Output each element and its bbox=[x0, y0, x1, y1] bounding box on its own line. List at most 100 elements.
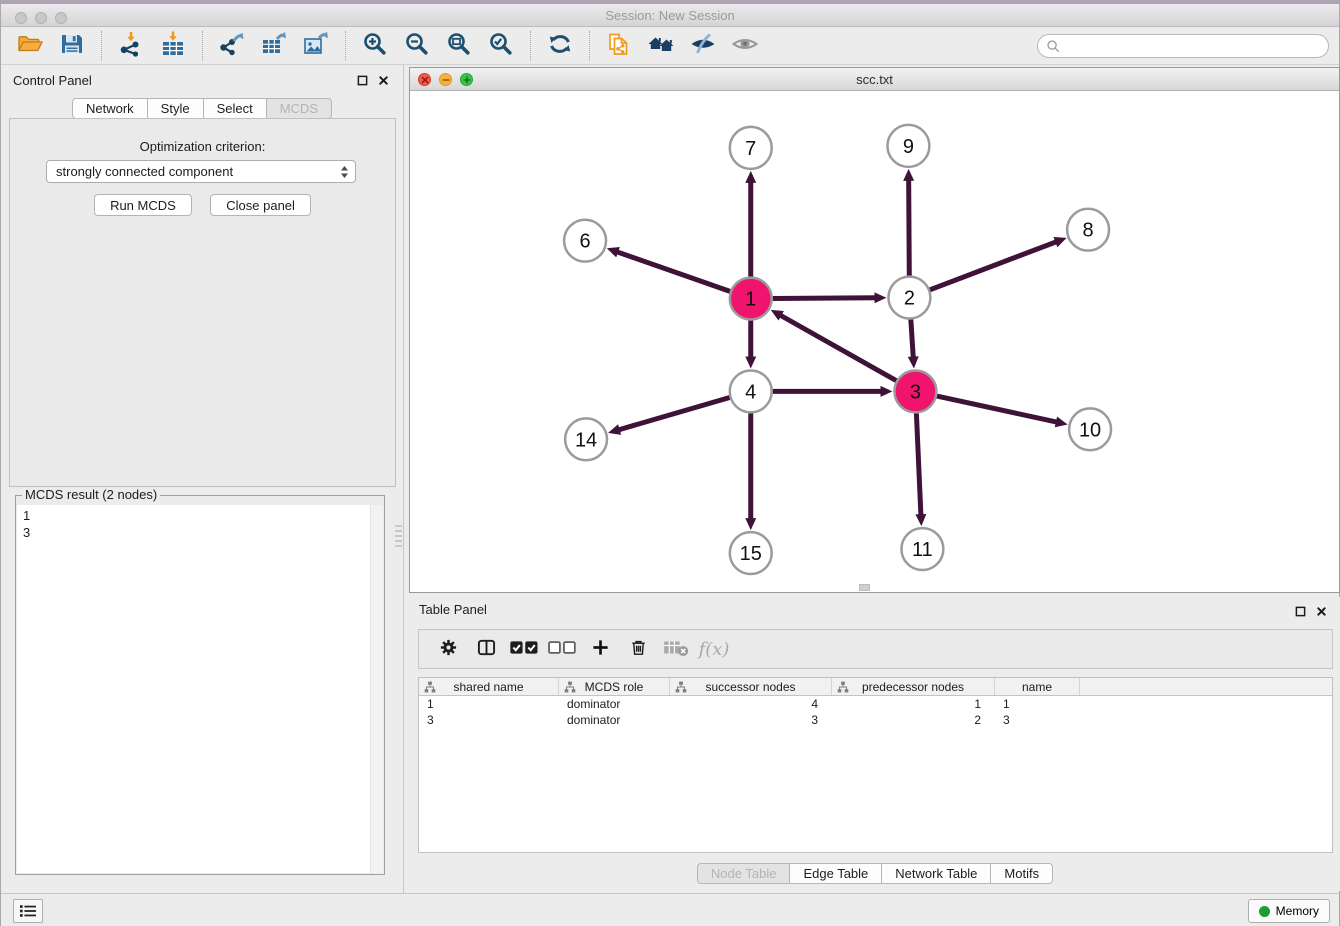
import-table-button[interactable] bbox=[159, 32, 187, 60]
mcds-panel-body: Optimization criterion: strongly connect… bbox=[9, 118, 396, 487]
apply-layout-button[interactable] bbox=[546, 32, 574, 60]
export-table-button[interactable] bbox=[260, 32, 288, 60]
table-close-panel-icon[interactable] bbox=[1314, 604, 1328, 618]
graph-edge-arrow bbox=[607, 247, 620, 257]
import-network-button[interactable] bbox=[117, 32, 145, 60]
search-box[interactable] bbox=[1037, 34, 1329, 58]
duplicate-network-button[interactable] bbox=[605, 32, 633, 60]
task-history-button[interactable] bbox=[13, 899, 43, 923]
app-titlebar: Session: New Session bbox=[1, 4, 1339, 27]
column-label: shared name bbox=[453, 680, 523, 694]
show-all-button[interactable] bbox=[731, 32, 759, 60]
delete-columns-button[interactable] bbox=[623, 634, 653, 664]
cell-predecessor-nodes[interactable]: 1 bbox=[832, 696, 995, 712]
cell-successor-nodes[interactable]: 4 bbox=[670, 696, 832, 712]
close-panel-button[interactable]: Close panel bbox=[210, 194, 311, 216]
run-mcds-button[interactable]: Run MCDS bbox=[94, 194, 192, 216]
zoom-in-icon bbox=[362, 31, 388, 60]
cell-MCDS-role[interactable]: dominator bbox=[559, 696, 670, 712]
table-panel-title: Table Panel bbox=[419, 602, 487, 617]
column-header-filler bbox=[1080, 678, 1332, 695]
graph-edge-arrow bbox=[608, 424, 621, 435]
cell-name[interactable]: 3 bbox=[995, 712, 1080, 728]
column-header-successor-nodes[interactable]: successor nodes bbox=[670, 678, 832, 695]
splitter-grip[interactable] bbox=[395, 525, 402, 547]
tab-edge-table[interactable]: Edge Table bbox=[789, 863, 882, 884]
graph-edge-1-6[interactable] bbox=[616, 252, 730, 292]
tab-network-table[interactable]: Network Table bbox=[881, 863, 991, 884]
save-icon bbox=[59, 31, 85, 60]
graph-edge-arrow bbox=[1053, 237, 1066, 247]
tab-motifs[interactable]: Motifs bbox=[990, 863, 1053, 884]
zoom-selected-button[interactable] bbox=[487, 32, 515, 60]
mcds-result-text[interactable]: 13 bbox=[17, 505, 383, 873]
graph-edge-3-1[interactable] bbox=[779, 315, 896, 381]
tab-mcds[interactable]: MCDS bbox=[266, 98, 332, 119]
app-title: Session: New Session bbox=[1, 8, 1339, 23]
graph-node-label: 6 bbox=[580, 231, 591, 253]
graph-edge-arrow bbox=[745, 518, 756, 530]
duplicate-network-icon bbox=[606, 31, 632, 60]
criterion-select[interactable]: strongly connected component bbox=[46, 160, 356, 183]
graph-edge-3-10[interactable] bbox=[937, 396, 1058, 422]
create-column-button[interactable] bbox=[585, 634, 615, 664]
zoom-in-button[interactable] bbox=[361, 32, 389, 60]
table-header-row: shared name MCDS rolesuccessor nodesprede… bbox=[419, 678, 1332, 696]
graph-edge-2-3[interactable] bbox=[911, 319, 913, 358]
graph-edge-2-8[interactable] bbox=[930, 241, 1057, 289]
export-network-button[interactable] bbox=[218, 32, 246, 60]
browser-button[interactable] bbox=[647, 32, 675, 60]
zoom-fit-button[interactable] bbox=[445, 32, 473, 60]
export-image-button[interactable] bbox=[302, 32, 330, 60]
column-header-name[interactable]: name bbox=[995, 678, 1080, 695]
save-session-button[interactable] bbox=[58, 32, 86, 60]
toolbar-separator bbox=[589, 31, 590, 61]
table-float-panel-icon[interactable] bbox=[1293, 604, 1307, 618]
cell-successor-nodes[interactable]: 3 bbox=[670, 712, 832, 728]
export-network-icon bbox=[219, 31, 245, 60]
graph-node-label: 10 bbox=[1079, 419, 1101, 441]
graph-node-label: 7 bbox=[745, 138, 756, 160]
open-session-button[interactable] bbox=[16, 32, 44, 60]
clear-selection-button[interactable] bbox=[547, 634, 577, 664]
network-canvas[interactable]: 7968124314101511 bbox=[410, 91, 1339, 592]
tab-node-table[interactable]: Node Table bbox=[697, 863, 791, 884]
cell-predecessor-nodes[interactable]: 2 bbox=[832, 712, 995, 728]
toggle-panel-mode-button[interactable] bbox=[471, 634, 501, 664]
graph-edge-2-9[interactable] bbox=[909, 179, 910, 276]
result-scrollbar[interactable] bbox=[370, 505, 383, 873]
graph-edge-4-14[interactable] bbox=[618, 398, 730, 431]
close-panel-icon[interactable] bbox=[376, 73, 390, 87]
column-header-shared-name[interactable]: shared name bbox=[419, 678, 559, 695]
graph-node-label: 11 bbox=[912, 539, 933, 561]
graph-edge-1-2[interactable] bbox=[773, 298, 877, 299]
tab-style[interactable]: Style bbox=[147, 98, 204, 119]
search-icon bbox=[1046, 39, 1061, 54]
cell-name[interactable]: 1 bbox=[995, 696, 1080, 712]
cell-shared-name[interactable]: 3 bbox=[419, 712, 559, 728]
zoom-out-button[interactable] bbox=[403, 32, 431, 60]
table-tabs: Node TableEdge TableNetwork TableMotifs bbox=[697, 863, 1053, 884]
float-panel-icon[interactable] bbox=[355, 73, 369, 87]
cell-MCDS-role[interactable]: dominator bbox=[559, 712, 670, 728]
export-table-icon bbox=[261, 31, 287, 60]
tab-network[interactable]: Network bbox=[72, 98, 148, 119]
column-header-predecessor-nodes[interactable]: predecessor nodes bbox=[832, 678, 995, 695]
graph-edge-3-11[interactable] bbox=[916, 413, 921, 516]
cell-shared-name[interactable]: 1 bbox=[419, 696, 559, 712]
search-input[interactable] bbox=[1066, 39, 1320, 53]
memory-button[interactable]: Memory bbox=[1248, 899, 1330, 923]
plus-icon bbox=[591, 638, 610, 660]
optimization-criterion-label: Optimization criterion: bbox=[10, 139, 395, 154]
canvas-resize-grip[interactable] bbox=[859, 584, 870, 591]
control-panel-title: Control Panel bbox=[13, 73, 92, 88]
select-all-button[interactable] bbox=[509, 634, 539, 664]
tab-select[interactable]: Select bbox=[203, 98, 267, 119]
column-header-MCDS-role[interactable]: MCDS role bbox=[559, 678, 670, 695]
table-body: 1dominator4113dominator323 bbox=[419, 696, 1332, 728]
graph-edge-arrow bbox=[874, 292, 886, 303]
split-panel-icon bbox=[477, 638, 496, 660]
hide-selected-button[interactable] bbox=[689, 32, 717, 60]
table-settings-button[interactable] bbox=[433, 634, 463, 664]
network-window-titlebar[interactable]: scc.txt bbox=[410, 68, 1339, 91]
